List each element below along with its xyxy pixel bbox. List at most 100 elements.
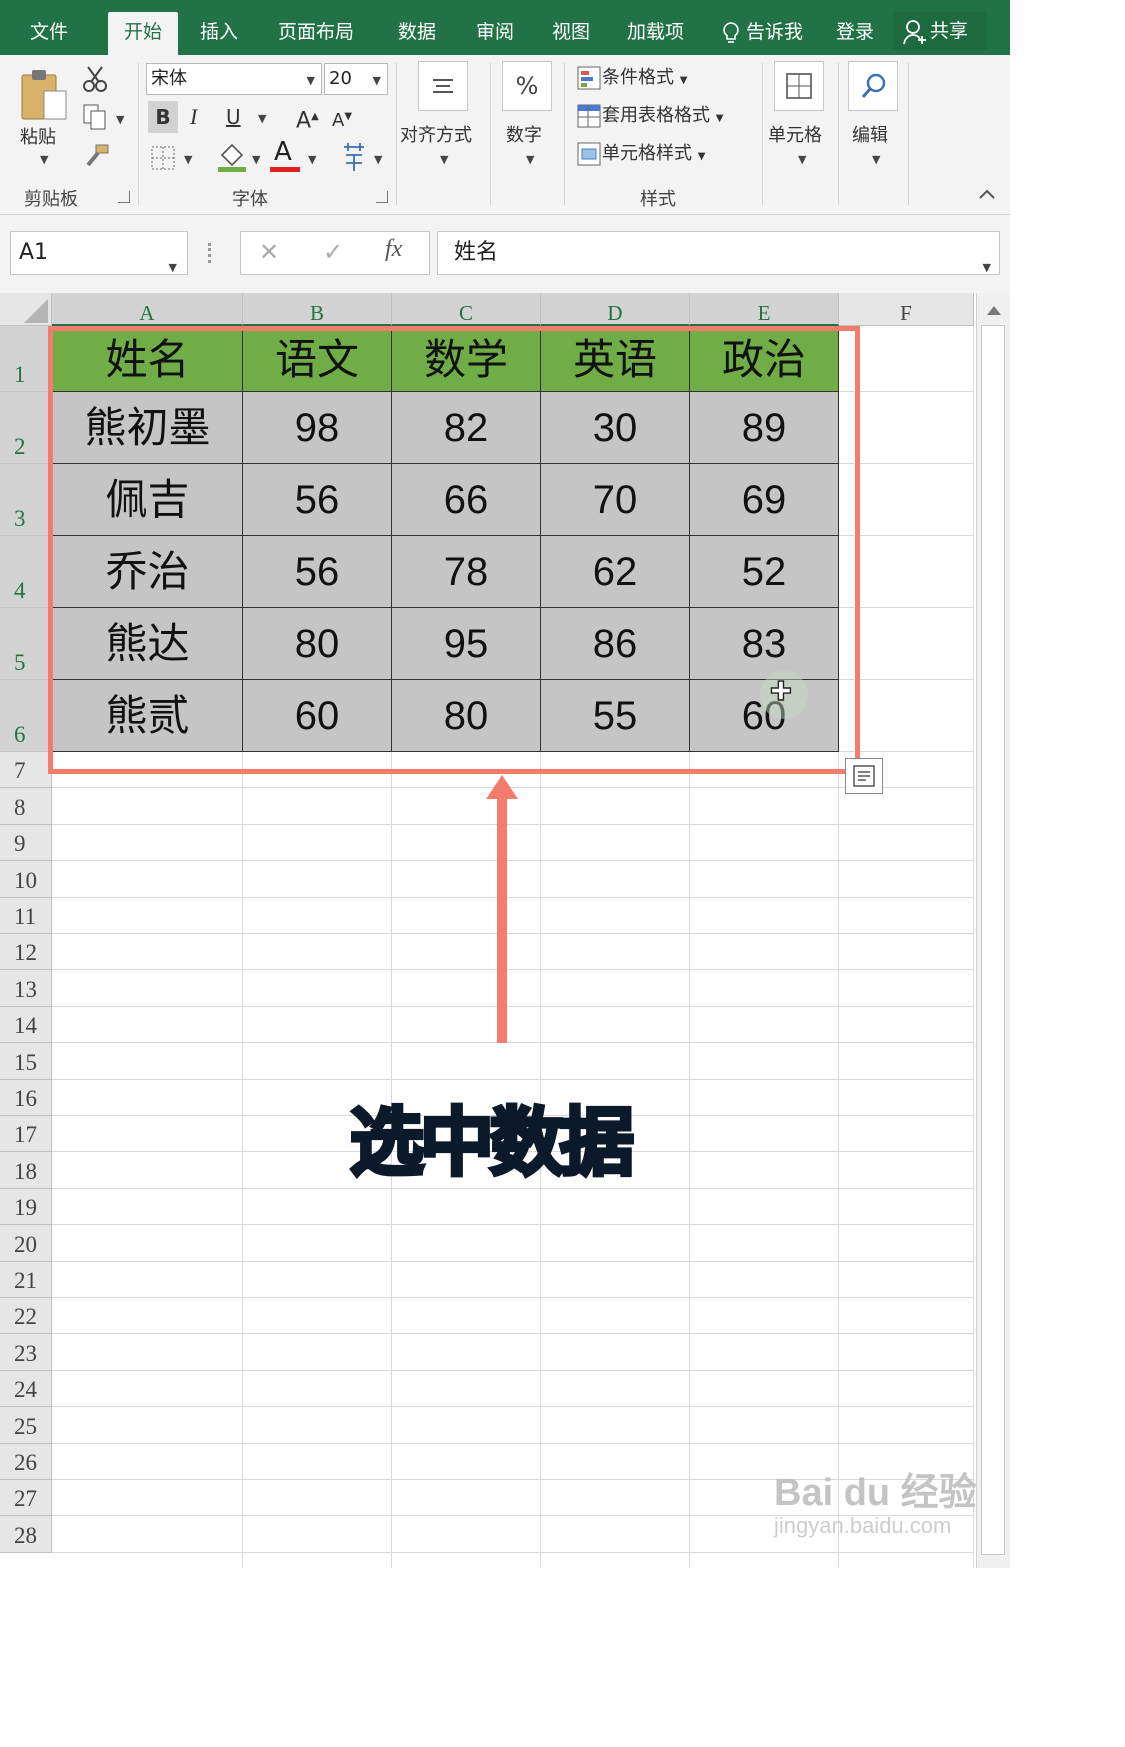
row-header-7[interactable]: 7 [0, 752, 52, 789]
table-cell[interactable]: 78 [392, 536, 541, 608]
italic-button[interactable]: I [190, 101, 197, 133]
format-painter-button[interactable] [82, 143, 110, 173]
font-color-button[interactable]: A [274, 137, 292, 167]
borders-button[interactable] [150, 145, 176, 175]
underline-button[interactable]: U [226, 101, 241, 133]
table-cell[interactable]: 56 [243, 464, 392, 536]
table-header-cell[interactable]: 语文 [243, 326, 392, 392]
name-box[interactable]: A1 ▼ [10, 231, 188, 275]
tab-addins[interactable]: 加载项 [627, 12, 684, 55]
row-header-14[interactable]: 14 [0, 1006, 52, 1044]
row-header-18[interactable]: 18 [0, 1152, 52, 1189]
table-cell[interactable]: 69 [690, 464, 839, 536]
table-cell[interactable]: 70 [541, 464, 690, 536]
table-header-cell[interactable]: 数学 [392, 326, 541, 392]
table-cell[interactable]: 熊贰 [52, 680, 243, 752]
editing-caret-icon[interactable]: ▼ [872, 153, 880, 166]
table-cell[interactable]: 佩吉 [52, 464, 243, 536]
table-cell[interactable]: 86 [541, 608, 690, 680]
borders-caret-icon[interactable]: ▼ [184, 153, 192, 166]
number-format-button[interactable]: % [502, 61, 552, 111]
copy-caret-icon[interactable]: ▼ [116, 113, 124, 126]
formula-input[interactable]: 姓名 ▼ [437, 231, 1000, 275]
table-cell[interactable]: 89 [690, 392, 839, 464]
share-button[interactable]: 共享 [893, 12, 987, 50]
shrink-font-button[interactable]: A▼ [332, 101, 352, 137]
tab-review[interactable]: 审阅 [476, 12, 514, 55]
table-cell[interactable]: 55 [541, 680, 690, 752]
table-cell[interactable]: 62 [541, 536, 690, 608]
column-header-f[interactable]: F [839, 293, 974, 326]
font-color-caret-icon[interactable]: ▼ [308, 153, 316, 166]
table-cell[interactable]: 66 [392, 464, 541, 536]
row-header-27[interactable]: 27 [0, 1480, 52, 1517]
column-header-e[interactable]: E [690, 293, 839, 326]
table-cell[interactable]: 98 [243, 392, 392, 464]
row-header-22[interactable]: 22 [0, 1298, 52, 1335]
bold-button[interactable]: B [148, 101, 178, 133]
row-header-6[interactable]: 6 [0, 680, 52, 752]
table-cell[interactable]: 95 [392, 608, 541, 680]
fill-caret-icon[interactable]: ▼ [252, 153, 260, 166]
paste-caret-icon[interactable]: ▼ [40, 153, 48, 166]
row-header-23[interactable]: 23 [0, 1334, 52, 1371]
row-header-24[interactable]: 24 [0, 1370, 52, 1408]
phonetic-caret-icon[interactable]: ▼ [374, 153, 382, 166]
tell-me-box[interactable]: 告诉我 [722, 12, 803, 55]
row-header-25[interactable]: 25 [0, 1407, 52, 1444]
row-header-11[interactable]: 11 [0, 897, 52, 934]
alignment-caret-icon[interactable]: ▼ [440, 153, 448, 166]
select-all-corner[interactable] [0, 293, 52, 326]
tab-data[interactable]: 数据 [398, 12, 436, 55]
table-cell[interactable]: 80 [392, 680, 541, 752]
insert-function-button[interactable]: fx [385, 236, 402, 263]
tab-page-layout[interactable]: 页面布局 [278, 12, 354, 55]
row-header-13[interactable]: 13 [0, 970, 52, 1007]
table-cell[interactable]: 80 [243, 608, 392, 680]
scrollbar-thumb[interactable] [981, 325, 1005, 1555]
cell-styles-button[interactable]: 单元格样式 ▼ [576, 139, 705, 167]
login-link[interactable]: 登录 [836, 12, 874, 55]
row-header-15[interactable]: 15 [0, 1043, 52, 1080]
cut-button[interactable] [82, 65, 108, 97]
row-header-28[interactable]: 28 [0, 1516, 52, 1553]
format-as-table-button[interactable]: 套用表格格式 ▼ [576, 101, 723, 129]
row-header-26[interactable]: 26 [0, 1443, 52, 1480]
column-header-a[interactable]: A [52, 293, 243, 326]
column-header-b[interactable]: B [243, 293, 392, 326]
scroll-up-arrow-icon[interactable] [979, 297, 1009, 323]
tab-view[interactable]: 视图 [552, 12, 590, 55]
paste-button[interactable] [18, 67, 70, 127]
grow-font-button[interactable]: A▲ [296, 101, 319, 137]
underline-caret-icon[interactable]: ▼ [258, 112, 266, 125]
row-header-4[interactable]: 4 [0, 536, 52, 608]
tab-home[interactable]: 开始 [108, 12, 179, 55]
conditional-format-button[interactable]: 条件格式 ▼ [576, 63, 687, 91]
collapse-ribbon-button[interactable] [978, 185, 996, 204]
copy-button[interactable] [82, 103, 108, 135]
font-size-select[interactable]: 20 ▼ [324, 63, 388, 95]
cancel-icon[interactable]: ✕ [259, 238, 279, 266]
cells-button[interactable] [774, 61, 824, 111]
tab-insert[interactable]: 插入 [200, 12, 238, 55]
phonetic-button[interactable] [340, 141, 368, 177]
table-header-cell[interactable]: 政治 [690, 326, 839, 392]
column-header-c[interactable]: C [392, 293, 541, 326]
vertical-scrollbar[interactable] [976, 293, 1010, 1568]
font-name-select[interactable]: 宋体 ▼ [146, 63, 322, 95]
row-header-16[interactable]: 16 [0, 1079, 52, 1116]
font-launcher-icon[interactable] [376, 191, 388, 203]
row-header-1[interactable]: 1 [0, 326, 52, 392]
table-cell[interactable]: 熊初墨 [52, 392, 243, 464]
cells-caret-icon[interactable]: ▼ [798, 153, 806, 166]
row-header-8[interactable]: 8 [0, 788, 52, 825]
row-header-12[interactable]: 12 [0, 934, 52, 971]
row-header-17[interactable]: 17 [0, 1116, 52, 1153]
row-header-3[interactable]: 3 [0, 464, 52, 536]
table-header-cell[interactable]: 姓名 [52, 326, 243, 392]
editing-button[interactable] [848, 61, 898, 111]
row-header-9[interactable]: 9 [0, 824, 52, 862]
row-header-21[interactable]: 21 [0, 1261, 52, 1298]
table-cell[interactable]: 乔治 [52, 536, 243, 608]
worksheet[interactable]: ABCDEF 1 2 3 4 5 6 7 8 9 10 11 12 13 14 15 16 17 18 19 20 21… [0, 293, 1010, 1568]
